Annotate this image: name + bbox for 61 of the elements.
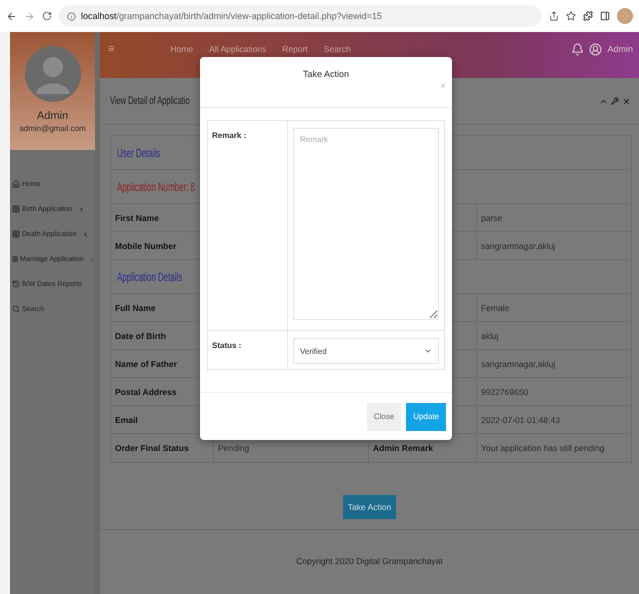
- close-dialog-button[interactable]: Close: [366, 402, 402, 430]
- history-icon: [12, 280, 20, 288]
- chevron-down-icon: [424, 347, 432, 355]
- table-cell-text: First Name: [114, 212, 160, 224]
- close-button[interactable]: ×: [440, 81, 446, 92]
- menu-toggle[interactable]: ≡: [108, 43, 114, 55]
- nav-link[interactable]: Search: [324, 44, 351, 54]
- search-icon: [12, 305, 20, 313]
- home-icon: [12, 180, 20, 188]
- remark-field[interactable]: Remark: [293, 128, 439, 320]
- dialog-title: Take Action: [302, 69, 350, 81]
- table-cell: parse: [476, 204, 631, 231]
- close-icon[interactable]: [622, 96, 631, 106]
- reload-icon[interactable]: [42, 11, 52, 21]
- table-icon: [12, 255, 18, 263]
- puzzle-icon[interactable]: [583, 11, 593, 21]
- table-cell-text: Full Name: [114, 302, 157, 314]
- table-cell-text: Date of Birth: [114, 330, 167, 342]
- section-heading: User Details: [117, 146, 160, 160]
- side-panel-icon[interactable]: [600, 11, 610, 21]
- take-action-button[interactable]: Take Action: [342, 495, 396, 519]
- chevron-left-icon: [82, 230, 90, 238]
- panel-title: View Detail of Applicatio: [110, 95, 190, 107]
- table-cell: sangramnagar,akluj: [476, 232, 631, 259]
- chevron-left-icon: [78, 206, 86, 212]
- table-cell: 2022-07-01 01:48:43: [476, 406, 631, 433]
- status-select[interactable]: Verified: [293, 338, 439, 364]
- admin-name: Admin: [36, 110, 68, 122]
- info-icon: [67, 12, 76, 20]
- update-button[interactable]: Update: [406, 402, 446, 430]
- table-cell: sangramnagar,akluj: [476, 350, 631, 377]
- back-icon[interactable]: [6, 10, 17, 22]
- wrench-icon[interactable]: [611, 96, 619, 104]
- table-cell-text: Order Final Status: [114, 442, 190, 455]
- table-icon: [12, 230, 20, 238]
- table-cell: 9922769650: [476, 378, 631, 405]
- admin-email: admin@gmail.com: [19, 124, 86, 133]
- table-cell-text: Email: [114, 414, 139, 426]
- user-name[interactable]: Admin: [607, 44, 633, 54]
- star-icon[interactable]: [566, 11, 576, 21]
- table-cell-text: Name of Father: [114, 358, 178, 370]
- nav-link[interactable]: Home: [170, 44, 194, 54]
- table-cell-text: Postal Address: [114, 386, 178, 398]
- status-label: Status :: [208, 331, 288, 369]
- url-text: localhost/grampanchayat/birth/admin/view-application-detail.php?viewid=15: [81, 11, 382, 21]
- avatar-icon: [24, 46, 80, 102]
- bell-icon[interactable]: [571, 42, 584, 56]
- table-cell: Female: [476, 294, 631, 321]
- user-icon[interactable]: [589, 42, 602, 56]
- section-heading: Application Number: 8: [117, 180, 195, 194]
- copyright-text: Copyright 2020 Digital Grampanchayat: [296, 556, 443, 568]
- table-icon: [12, 205, 20, 213]
- table-cell: Your application has still pending: [476, 434, 631, 462]
- section-heading: Application Details: [117, 270, 182, 284]
- nav-link[interactable]: Report: [282, 44, 308, 54]
- share-icon[interactable]: [549, 11, 559, 21]
- nav-link[interactable]: All Applications: [209, 44, 266, 54]
- address-bar[interactable]: localhost/grampanchayat/birth/admin/view-application-detail.php?viewid=15: [59, 5, 542, 27]
- table-cell: akluj: [476, 322, 631, 349]
- remark-label: Remark :: [208, 121, 288, 331]
- table-cell-text: Mobile Number: [114, 240, 178, 252]
